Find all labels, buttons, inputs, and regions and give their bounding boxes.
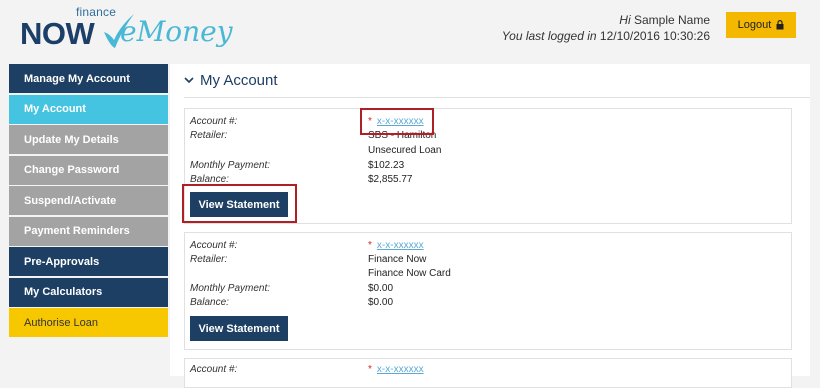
page-title: My Account [200, 72, 278, 89]
monthly-payment-value: $0.00 [368, 283, 394, 294]
retailer-value: Finance Now [368, 254, 427, 265]
required-marker: * [368, 240, 372, 251]
account-number-label: Account #: [190, 116, 238, 127]
account-number-label: Account #: [190, 240, 238, 251]
monthly-payment-value: $102.23 [368, 160, 405, 171]
sidebar-item-authorise-loan[interactable]: Authorise Loan [9, 308, 168, 337]
account-number-highlight [360, 108, 434, 135]
product-value: Unsecured Loan [368, 145, 442, 156]
view-statement-highlight [182, 184, 297, 223]
logout-button[interactable]: Logout [726, 12, 796, 38]
account-number: * x-x-xxxxxx [368, 364, 424, 376]
last-login-prefix: You last logged in [501, 29, 597, 43]
sidebar-item-change-password[interactable]: Change Password [9, 155, 168, 185]
account-card: Account #: * x-x-xxxxxx Retailer: Finance… [184, 232, 792, 350]
sidebar-item-my-account[interactable]: My Account [9, 94, 168, 124]
account-number-label: Account #: [190, 364, 238, 375]
required-marker: * [368, 364, 372, 375]
account-number-link[interactable]: x-x-xxxxxx [377, 240, 424, 251]
header: finance NOW eMoney Hi Sample Name You la… [0, 0, 820, 62]
account-card: Account #: * x-x-xxxxxx [184, 358, 792, 388]
logo-emoney-text: eMoney [120, 15, 233, 48]
balance-label: Balance: [190, 297, 229, 308]
account-number: * x-x-xxxxxx [368, 240, 424, 252]
account-number-link[interactable]: x-x-xxxxxx [377, 364, 424, 375]
lock-icon [776, 20, 784, 30]
sidebar-nav: Manage My Account My Account Update My D… [9, 64, 168, 339]
sidebar-item-suspend-activate[interactable]: Suspend/Activate [9, 186, 168, 215]
section-header[interactable]: My Account [184, 72, 278, 89]
balance-value: $0.00 [368, 297, 394, 308]
view-statement-button[interactable]: View Statement [190, 316, 288, 341]
divider [184, 97, 810, 98]
user-name: Sample Name [633, 13, 710, 27]
monthly-payment-label: Monthly Payment: [190, 283, 271, 294]
sidebar-item-pre-approvals[interactable]: Pre-Approvals [9, 247, 168, 276]
finance-now-emoney-logo[interactable]: finance NOW eMoney [20, 4, 233, 56]
monthly-payment-label: Monthly Payment: [190, 160, 271, 171]
logout-label: Logout [737, 19, 772, 31]
last-login-time: 12/10/2016 10:30:26 [599, 29, 710, 43]
retailer-label: Retailer: [190, 130, 228, 141]
sidebar-item-manage-my-account[interactable]: Manage My Account [9, 64, 168, 93]
greeting-prefix: Hi [619, 13, 631, 27]
logo-now-text: NOW [20, 16, 95, 51]
sidebar-item-update-my-details[interactable]: Update My Details [9, 125, 168, 154]
user-greeting: Hi Sample Name You last logged in 12/10/… [502, 12, 710, 44]
chevron-down-icon [184, 77, 194, 84]
sidebar-item-my-calculators[interactable]: My Calculators [9, 277, 168, 307]
sidebar-item-payment-reminders[interactable]: Payment Reminders [9, 216, 168, 246]
retailer-label: Retailer: [190, 254, 228, 265]
product-value: Finance Now Card [368, 268, 451, 279]
balance-value: $2,855.77 [368, 174, 413, 185]
